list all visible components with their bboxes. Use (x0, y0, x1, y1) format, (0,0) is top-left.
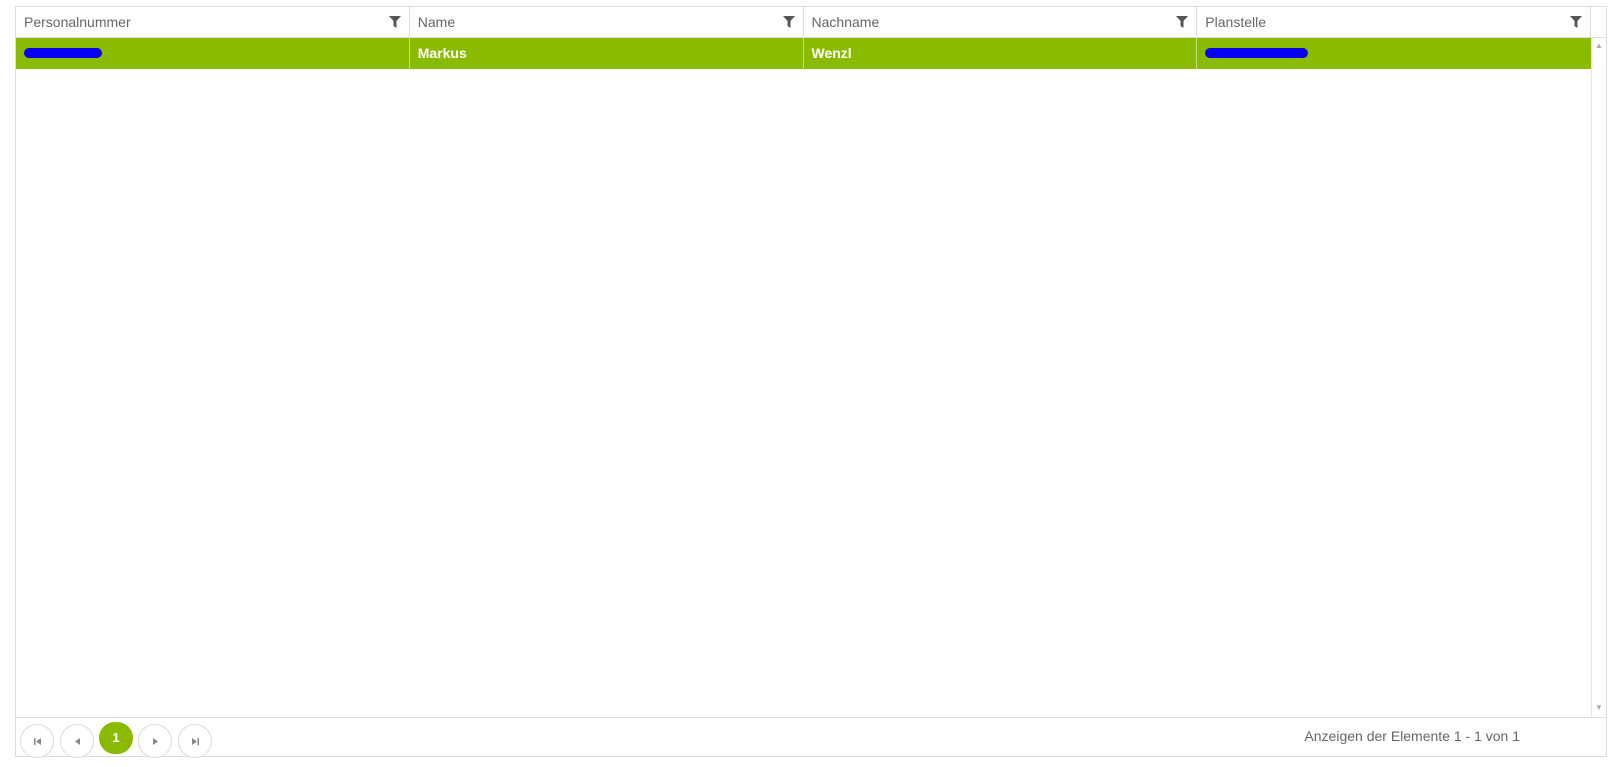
column-header-planstelle[interactable]: Planstelle (1197, 7, 1592, 37)
cell-personalnummer[interactable] (16, 38, 410, 69)
filter-icon[interactable] (782, 16, 795, 28)
previous-page-button[interactable] (60, 724, 94, 758)
redaction-mark (1205, 48, 1309, 58)
column-header-personalnummer[interactable]: Personalnummer (16, 7, 410, 37)
previous-page-icon (74, 738, 80, 746)
scroll-down-icon[interactable]: ▼ (1595, 704, 1603, 712)
next-page-button[interactable] (138, 724, 172, 758)
last-page-button[interactable] (178, 724, 212, 758)
filter-icon[interactable] (388, 16, 401, 28)
grid-body: Markus Wenzl (16, 38, 1591, 716)
filter-icon[interactable] (1570, 16, 1583, 28)
grid-header: Personalnummer Name Nachname Planstelle (16, 7, 1606, 38)
cell-name[interactable]: Markus (410, 38, 804, 69)
scroll-up-icon[interactable]: ▲ (1595, 42, 1603, 50)
column-header-name[interactable]: Name (410, 7, 804, 37)
header-scroll-gutter (1591, 7, 1606, 37)
cell-planstelle[interactable] (1197, 38, 1591, 69)
data-grid: Personalnummer Name Nachname Planstelle … (15, 6, 1607, 758)
table-row[interactable]: Markus Wenzl (16, 38, 1591, 69)
column-header-nachname[interactable]: Nachname (804, 7, 1198, 37)
redaction-mark (24, 48, 102, 58)
page-button-current[interactable]: 1 (99, 722, 133, 754)
first-page-icon (33, 738, 41, 746)
next-page-icon (152, 738, 158, 746)
pager-info: Anzeigen der Elemente 1 - 1 von 1 (1304, 728, 1520, 744)
filter-icon[interactable] (1176, 16, 1189, 28)
cell-nachname[interactable]: Wenzl (804, 38, 1198, 69)
column-label: Name (417, 14, 456, 30)
pager: 1 Anzeigen der Elemente 1 - 1 von 1 (16, 717, 1606, 758)
first-page-button[interactable] (20, 724, 54, 758)
column-label: Planstelle (1205, 14, 1266, 30)
column-label: Nachname (811, 14, 880, 30)
last-page-icon (191, 738, 199, 746)
column-label: Personalnummer (24, 14, 131, 30)
vertical-scrollbar[interactable]: ▲ ▼ (1591, 38, 1606, 716)
